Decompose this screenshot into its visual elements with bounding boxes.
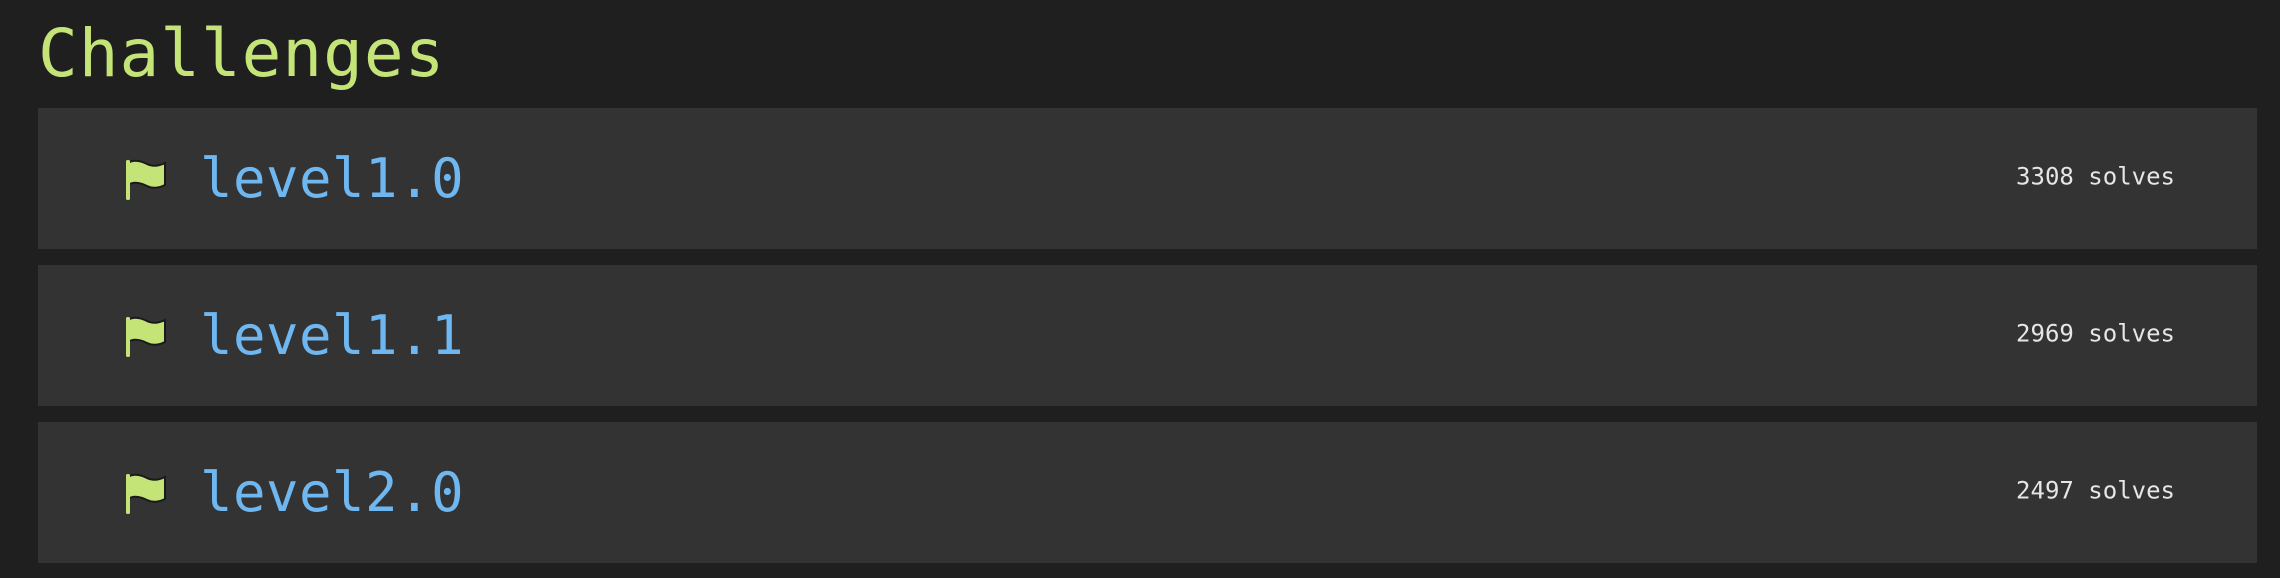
challenge-list: level1.0 3308 solves level1.1 2969 solve… [38, 108, 2257, 563]
challenge-row[interactable]: level2.0 2497 solves [38, 422, 2257, 563]
flag-icon [126, 473, 166, 514]
flag-icon [126, 159, 166, 200]
challenge-row[interactable]: level1.1 2969 solves [38, 265, 2257, 406]
challenge-main: level1.1 [38, 265, 464, 406]
challenge-row[interactable]: level1.0 3308 solves [38, 108, 2257, 249]
flag-icon [126, 316, 166, 357]
challenge-main: level1.0 [38, 108, 464, 249]
challenge-name: level2.0 [200, 460, 465, 524]
solve-count: 2969 solves [2016, 319, 2175, 348]
challenge-main: level2.0 [38, 422, 464, 563]
challenge-name: level1.1 [200, 303, 465, 367]
challenge-name: level1.0 [200, 146, 465, 210]
page-title: Challenges [38, 15, 446, 92]
solve-count: 3308 solves [2016, 162, 2175, 191]
challenges-page: Challenges level1.0 3308 solves level1.1… [0, 0, 2280, 578]
solve-count: 2497 solves [2016, 476, 2175, 505]
